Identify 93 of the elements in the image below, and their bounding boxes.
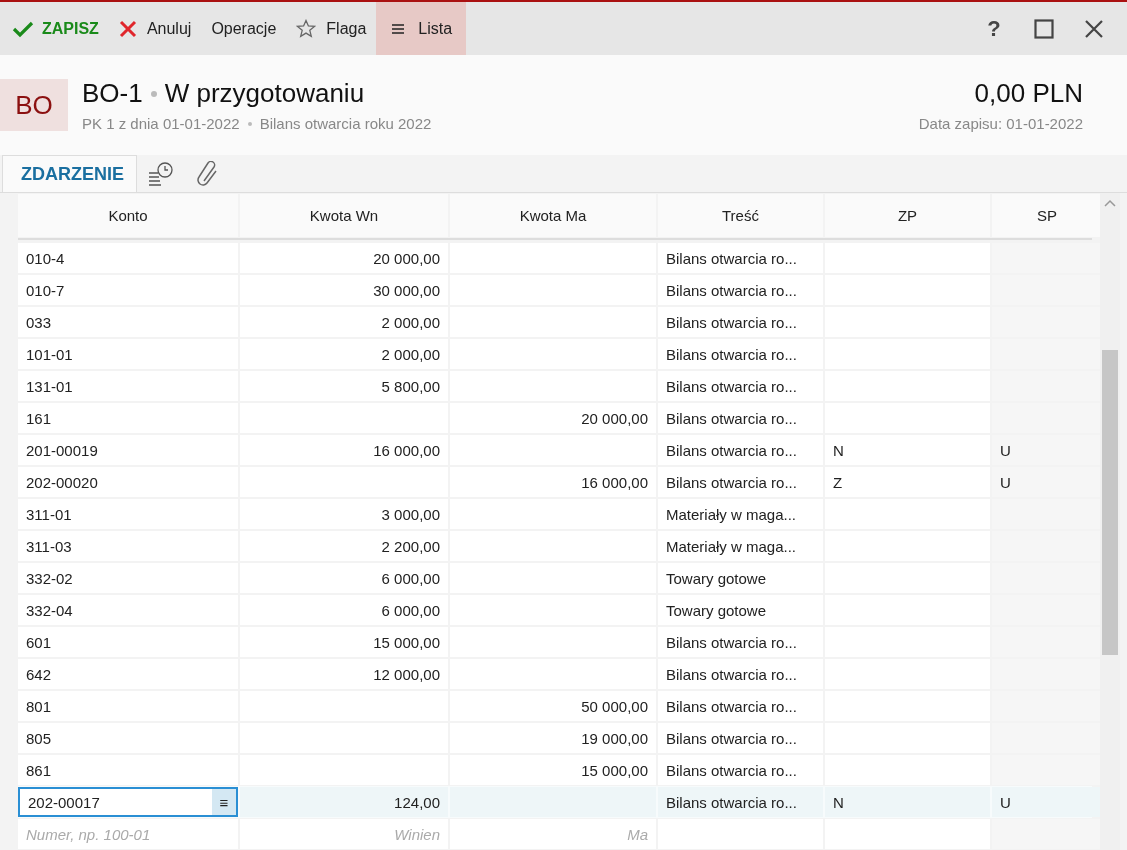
document-subtitle: PK 1 z dnia 01-01-2022	[82, 115, 240, 132]
checkmark-icon	[12, 19, 34, 38]
table-cell: Towary gotowe	[658, 595, 823, 625]
table-cell: 30 000,00	[240, 275, 448, 305]
table-cell: 16 000,00	[240, 435, 448, 465]
table-cell: Bilans otwarcia ro...	[658, 243, 823, 273]
column-header[interactable]: Kwota Wn	[240, 194, 448, 237]
table-cell: 15 000,00	[450, 755, 656, 785]
menu-icon	[392, 22, 405, 35]
maximize-icon[interactable]	[1034, 18, 1054, 39]
table-cell: 101-01	[18, 339, 238, 369]
table-cell: 861	[18, 755, 238, 785]
table-cell: 124,00	[240, 787, 448, 817]
table-cell: Bilans otwarcia ro...	[658, 403, 823, 433]
table-cell: U	[992, 787, 1102, 817]
table-cell: 033	[18, 307, 238, 337]
column-header[interactable]: SP	[992, 194, 1102, 237]
table-cell: Bilans otwarcia ro...	[658, 275, 823, 305]
total-amount: 0,00 PLN	[974, 78, 1083, 109]
flag-button[interactable]: Flaga	[286, 2, 377, 55]
table-cell: 131-01	[18, 371, 238, 401]
table-cell: 642	[18, 659, 238, 689]
table-cell: 805	[18, 723, 238, 753]
table-cell: Bilans otwarcia ro...	[658, 723, 823, 753]
table-cell: 311-01	[18, 499, 238, 529]
column-header[interactable]: ZP	[825, 194, 990, 237]
table-cell: 2 200,00	[240, 531, 448, 561]
save-button[interactable]: ZAPISZ	[2, 2, 109, 55]
tab[interactable]: ZDARZENIE	[2, 155, 137, 192]
close-icon	[118, 19, 137, 38]
credit-input[interactable]: Ma	[450, 819, 656, 849]
table-cell: 311-03	[18, 531, 238, 561]
table-cell: Z	[825, 467, 990, 497]
help-button[interactable]: ?	[969, 13, 1019, 44]
table-cell: 5 800,00	[240, 371, 448, 401]
column-header[interactable]: Konto	[18, 194, 238, 237]
close-icon[interactable]	[1085, 19, 1103, 38]
table-cell: 3 000,00	[240, 499, 448, 529]
document-status: W przygotowaniu	[164, 78, 365, 109]
account-input[interactable]: 202-00017 ≡	[18, 787, 238, 817]
list-button[interactable]: Lista	[376, 2, 467, 55]
table-cell: Bilans otwarcia ro...	[658, 627, 823, 657]
column-header[interactable]: Treść	[658, 194, 823, 237]
table-cell: 161	[18, 403, 238, 433]
table-cell: 6 000,00	[240, 563, 448, 593]
separator-dot-icon	[247, 121, 252, 126]
table-cell: 20 000,00	[450, 403, 656, 433]
table-cell: 201-00019	[18, 435, 238, 465]
table-cell: 16 000,00	[450, 467, 656, 497]
star-icon	[296, 19, 317, 38]
table-cell: 332-04	[18, 595, 238, 625]
table-cell: 601	[18, 627, 238, 657]
table-cell: 20 000,00	[240, 243, 448, 273]
entry-date: Data zapisu: 01-01-2022	[918, 115, 1083, 132]
paperclip-icon[interactable]	[196, 161, 220, 187]
table-cell: Bilans otwarcia ro...	[658, 435, 823, 465]
operations-button[interactable]: Operacje	[201, 2, 287, 55]
scrollbar-thumb[interactable]	[1102, 350, 1118, 655]
table-cell: N	[825, 787, 990, 817]
table-cell: Materiały w maga...	[658, 499, 823, 529]
table-cell: Bilans otwarcia ro...	[658, 467, 823, 497]
table-cell: Materiały w maga...	[658, 531, 823, 561]
table-cell: Bilans otwarcia ro...	[658, 339, 823, 369]
account-input[interactable]: Numer, np. 100-01	[18, 819, 238, 849]
table-cell: 801	[18, 691, 238, 721]
table-cell: 12 000,00	[240, 659, 448, 689]
table-cell: 15 000,00	[240, 627, 448, 657]
debit-input[interactable]: Winien	[240, 819, 448, 849]
column-header[interactable]: Kwota Ma	[450, 194, 656, 237]
document-type-badge: BO	[0, 79, 68, 131]
table-cell: 6 000,00	[240, 595, 448, 625]
table-cell: 50 000,00	[450, 691, 656, 721]
separator-dot-icon	[150, 90, 157, 97]
table-cell: 332-02	[18, 563, 238, 593]
document-description: Bilans otwarcia roku 2022	[259, 115, 432, 132]
table-cell: Bilans otwarcia ro...	[658, 787, 823, 817]
table-cell: 202-00020	[18, 467, 238, 497]
table-cell: Bilans otwarcia ro...	[658, 691, 823, 721]
table-cell: Bilans otwarcia ro...	[658, 371, 823, 401]
table-cell: 19 000,00	[450, 723, 656, 753]
table-cell: 2 000,00	[240, 307, 448, 337]
table-cell: 010-7	[18, 275, 238, 305]
cancel-button[interactable]: Anuluj	[108, 2, 202, 55]
list-picker-button[interactable]: ≡	[212, 789, 236, 815]
document-number: BO-1	[82, 78, 143, 109]
table-cell: 010-4	[18, 243, 238, 273]
table-cell: Bilans otwarcia ro...	[658, 755, 823, 785]
table-cell: Towary gotowe	[658, 563, 823, 593]
history-icon[interactable]	[148, 162, 174, 186]
table-cell: N	[825, 435, 990, 465]
table-cell: Bilans otwarcia ro...	[658, 659, 823, 689]
table-cell: Bilans otwarcia ro...	[658, 307, 823, 337]
table-cell: 2 000,00	[240, 339, 448, 369]
